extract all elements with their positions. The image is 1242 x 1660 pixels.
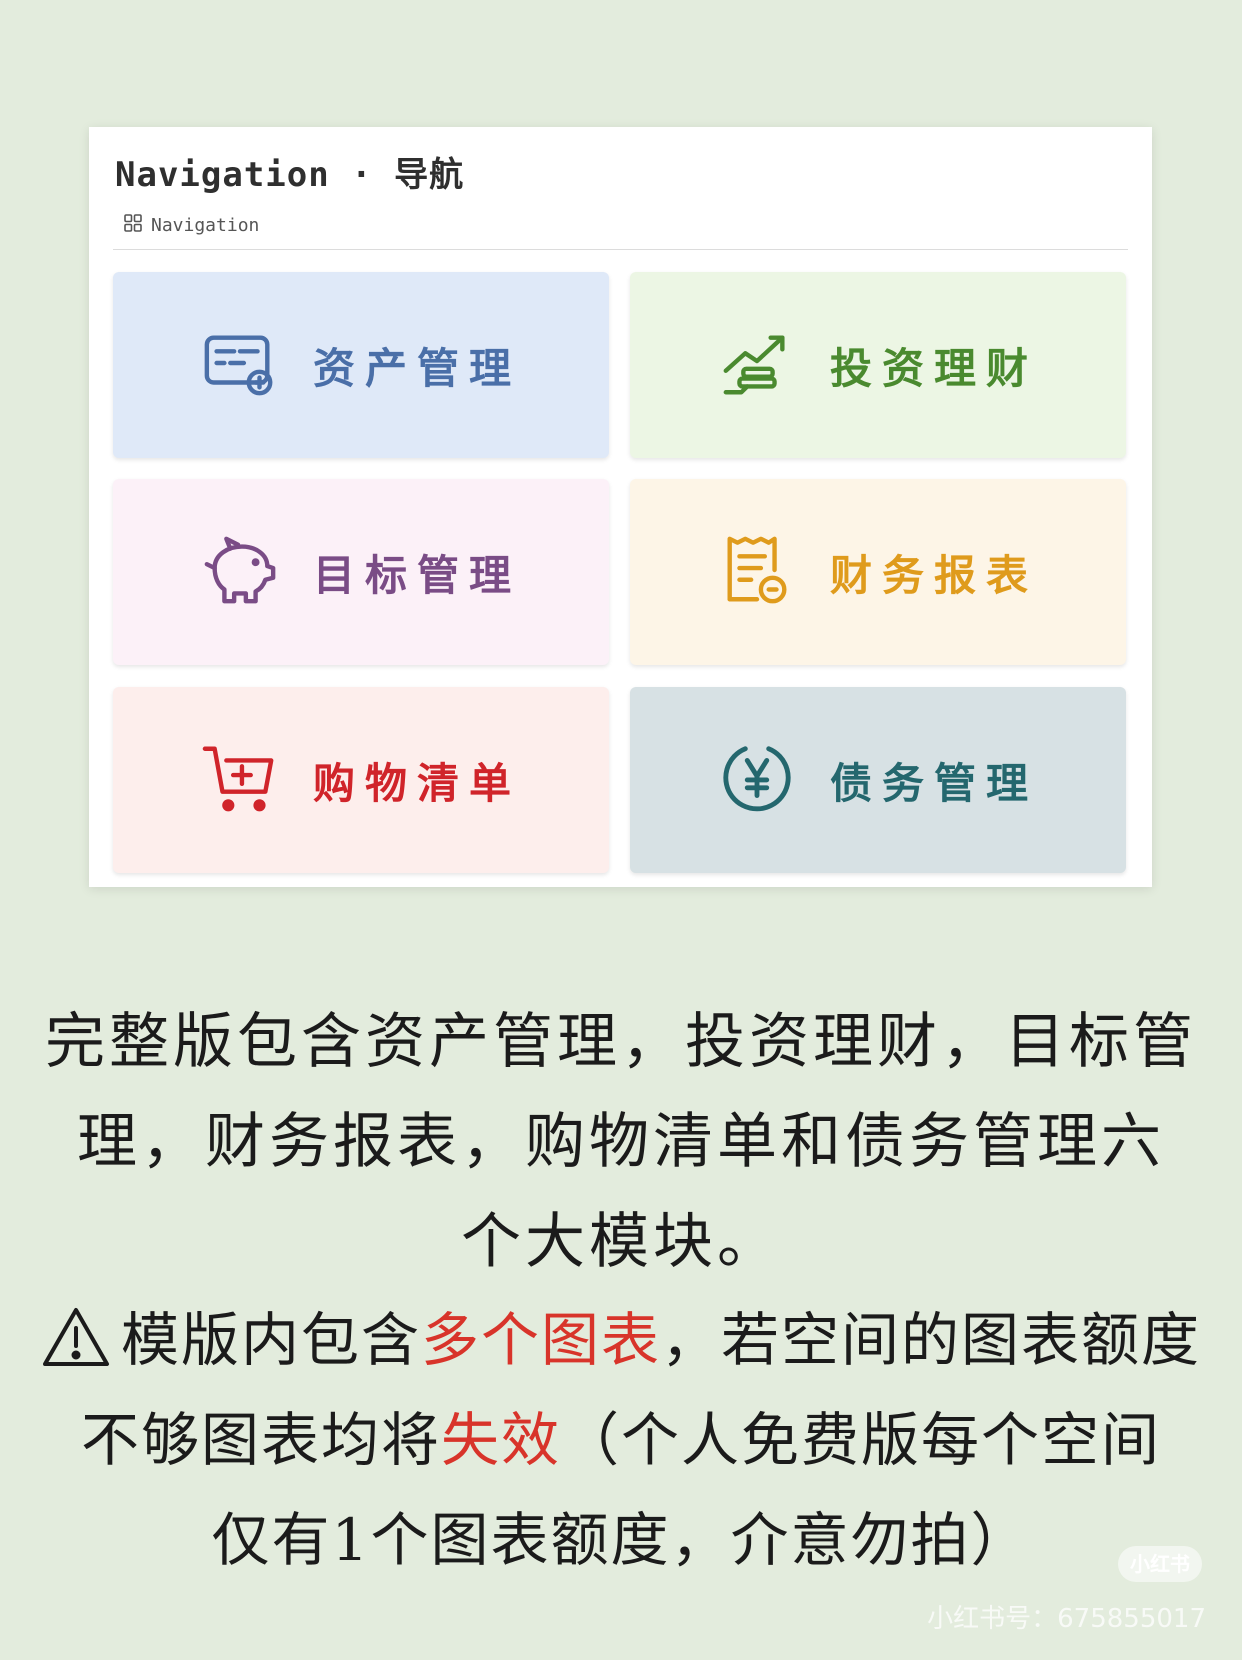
tab-navigation[interactable]: Navigation xyxy=(123,213,259,238)
warning-line: 仅有1个图表额度，介意勿拍） xyxy=(30,1490,1212,1590)
warning-line: 模版内包含多个图表，若空间的图表额度 xyxy=(30,1290,1212,1390)
watermark-logo: 小红书 xyxy=(1118,1546,1202,1582)
tile-goal-management[interactable]: 目标管理 xyxy=(113,479,609,665)
tile-label: 目标管理 xyxy=(312,550,521,600)
warning-text: 模版内包含 xyxy=(120,1306,421,1374)
warning-text: ，若空间的图表额度 xyxy=(661,1306,1202,1374)
tile-financial-report[interactable]: 财务报表 xyxy=(630,479,1126,665)
tile-label: 债务管理 xyxy=(829,758,1038,808)
receipt-report-icon xyxy=(718,531,796,613)
yen-circle-icon xyxy=(718,739,796,821)
growth-arrow-icon xyxy=(718,324,796,406)
page-title: Navigation · 导航 xyxy=(115,155,465,195)
tile-label: 购物清单 xyxy=(312,758,521,808)
divider xyxy=(113,249,1128,250)
navigation-card: Navigation · 导航 Navigation 资产管理 投资理财 目标管… xyxy=(89,127,1152,887)
tile-investment[interactable]: 投资理财 xyxy=(630,272,1126,458)
warning-text: （个人免费版每个空间 xyxy=(561,1406,1162,1474)
grid-icon xyxy=(123,213,143,238)
warning-line: 不够图表均将失效（个人免费版每个空间 xyxy=(30,1390,1212,1490)
warning-highlight: 失效 xyxy=(440,1406,561,1474)
tile-label: 资产管理 xyxy=(312,343,521,393)
wallet-card-icon xyxy=(201,324,279,406)
tile-shopping-list[interactable]: 购物清单 xyxy=(113,687,609,873)
piggy-bank-icon xyxy=(201,531,279,613)
description-line: 个大模块。 xyxy=(461,1207,781,1277)
tile-asset-management[interactable]: 资产管理 xyxy=(113,272,609,458)
warning-text: 仅有1个图表额度，介意勿拍） xyxy=(211,1506,1031,1574)
warning-text: 不够图表均将 xyxy=(80,1406,441,1474)
tile-label: 财务报表 xyxy=(829,550,1038,600)
tile-label: 投资理财 xyxy=(829,343,1038,393)
tile-debt-management[interactable]: 债务管理 xyxy=(630,687,1126,873)
watermark-id: 小红书号：675855017 xyxy=(927,1604,1206,1634)
description-line: 完整版包含资产管理，投资理财，目标管 xyxy=(45,1007,1197,1077)
tab-label: Navigation xyxy=(151,215,260,236)
shopping-cart-icon xyxy=(201,739,279,821)
warning-highlight: 多个图表 xyxy=(420,1306,661,1374)
warning-triangle-icon xyxy=(41,1298,111,1366)
description-line: 理，财务报表，购物清单和债务管理六 xyxy=(77,1107,1165,1177)
warning-note: 模版内包含多个图表，若空间的图表额度 不够图表均将失效（个人免费版每个空间 仅有… xyxy=(30,1290,1212,1590)
description: 完整版包含资产管理，投资理财，目标管 理，财务报表，购物清单和债务管理六 个大模… xyxy=(30,992,1212,1292)
